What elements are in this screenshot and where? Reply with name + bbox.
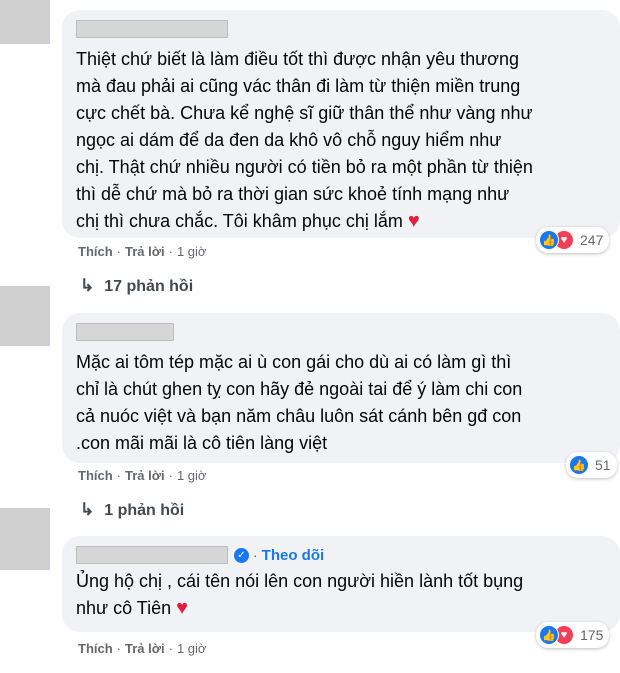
separator: · <box>116 244 122 259</box>
comment-text-wrap: Ủng hộ chị , cái tên nói lên con người h… <box>76 568 606 622</box>
avatar[interactable] <box>0 286 50 346</box>
separator: · <box>116 641 122 656</box>
separator: · <box>168 468 173 483</box>
heart-emoji-icon: ♥ <box>176 597 188 619</box>
reaction-count: 175 <box>580 627 604 643</box>
comment-header: ✓ · Theo dõi <box>76 546 606 564</box>
reply-action[interactable]: Trả lời <box>125 244 165 259</box>
comment-text: Ủng hộ chị , cái tên nói lên con người h… <box>76 571 524 618</box>
comment-text: Thiệt chứ biết là làm điều tốt thì được … <box>76 49 533 231</box>
comment-actions: Thích · Trả lời · 1 giờ <box>78 468 206 483</box>
comment-bubble: Thiệt chứ biết là làm điều tốt thì được … <box>62 10 620 238</box>
timestamp[interactable]: 1 giờ <box>177 641 207 656</box>
comment-actions: Thích · Trả lời · 1 giờ <box>78 641 206 656</box>
separator: · <box>168 641 173 656</box>
commenter-name-redacted[interactable] <box>76 546 228 564</box>
like-icon: 👍 <box>539 625 559 645</box>
comment-actions: Thích · Trả lời · 1 giờ <box>78 244 206 259</box>
follow-button[interactable]: Theo dõi <box>262 547 325 564</box>
commenter-name-redacted[interactable] <box>76 323 174 341</box>
replies-count: 17 phản hồi <box>104 278 194 295</box>
commenter-name-redacted[interactable] <box>76 20 228 38</box>
reaction-count: 247 <box>580 232 604 248</box>
view-replies-button[interactable]: ↳ 1 phản hồi <box>80 500 184 520</box>
avatar[interactable] <box>0 508 50 570</box>
avatar[interactable] <box>0 0 50 44</box>
view-replies-button[interactable]: ↳ 17 phản hồi <box>80 276 193 296</box>
reply-arrow-icon: ↳ <box>80 500 95 519</box>
replies-count: 1 phản hồi <box>104 502 185 519</box>
timestamp[interactable]: 1 giờ <box>177 244 207 259</box>
separator: · <box>168 244 173 259</box>
like-icon: 👍 <box>539 230 559 250</box>
like-icon: 👍 <box>569 455 589 475</box>
comment-bubble: ✓ · Theo dõi Ủng hộ chị , cái tên nói lê… <box>62 536 620 632</box>
like-action[interactable]: Thích <box>78 641 113 656</box>
like-action[interactable]: Thích <box>78 244 113 259</box>
reply-action[interactable]: Trả lời <box>125 641 165 656</box>
separator: · <box>253 547 258 563</box>
reaction-summary[interactable]: 👍 51 <box>566 452 617 478</box>
separator: · <box>116 468 122 483</box>
reaction-summary[interactable]: 👍 ♥ 175 <box>536 622 610 648</box>
comment-bubble: Mặc ai tôm tép mặc ai ù con gái cho dù a… <box>62 313 620 463</box>
heart-emoji-icon: ♥ <box>407 210 420 232</box>
reaction-summary[interactable]: 👍 ♥ 247 <box>536 227 610 253</box>
reaction-count: 51 <box>595 457 611 473</box>
reply-action[interactable]: Trả lời <box>125 468 165 483</box>
timestamp[interactable]: 1 giờ <box>177 468 207 483</box>
reply-arrow-icon: ↳ <box>80 276 95 295</box>
comment-text: Mặc ai tôm tép mặc ai ù con gái cho dù a… <box>76 352 523 453</box>
verified-badge-icon: ✓ <box>234 547 249 563</box>
comment-text-wrap: Thiệt chứ biết là làm điều tốt thì được … <box>76 46 606 235</box>
like-action[interactable]: Thích <box>78 468 113 483</box>
